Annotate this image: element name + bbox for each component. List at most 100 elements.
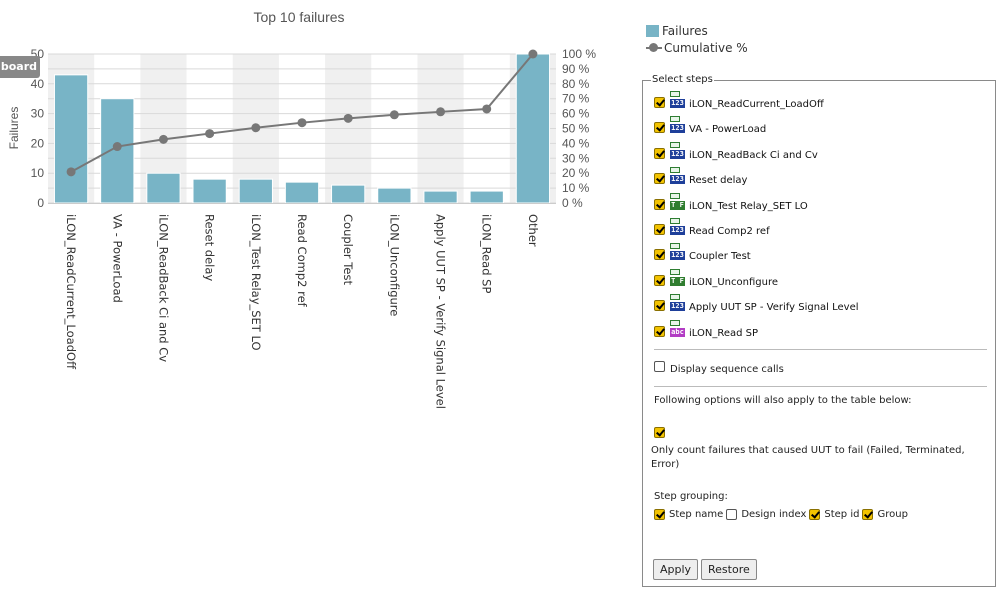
grouping-option[interactable]: Design index [726,509,806,520]
step-label: VA - PowerLoad [689,124,767,136]
step-type-small-icon [670,319,680,326]
step-grouping-options: Step name Design index Step id Group [654,509,911,523]
legend-label: Failures [662,23,708,38]
step-checkbox[interactable] [654,274,665,286]
step-label: Reset delay [689,175,748,187]
grouping-option[interactable]: Group [862,509,908,520]
options-note: Following options will also apply to the… [654,395,912,406]
cumulative-point [343,113,353,123]
y2-tick-label: 50 % [562,122,590,136]
bar-swatch-icon [646,24,659,37]
dashboard-tab[interactable]: Dashboard [0,56,40,78]
y2-tick-label: 70 % [562,92,590,106]
step-type-icon: 123 [670,251,685,261]
cumulative-point [112,142,122,152]
bar [146,172,181,204]
step-label: Apply UUT SP - Verify Signal Level [689,302,859,314]
bar [238,178,273,204]
y-tick-label: 20 [31,136,45,150]
step-type-small-icon [670,192,680,199]
step-label: Coupler Test [689,251,751,263]
grouping-label: Step id [824,509,860,520]
y2-tick-label: 10 % [562,181,590,195]
grouping-checkbox[interactable] [862,509,874,520]
cumulative-point [528,49,538,59]
step-type-icon: T F [670,276,685,286]
restore-button[interactable]: Restore [701,559,757,580]
cumulative-point [436,107,446,117]
y2-tick-label: 30 % [562,151,590,165]
line-marker-icon [646,42,662,54]
step-type-icon: 123 [670,175,685,185]
step-checkbox[interactable] [654,122,665,134]
x-tick-label: Reset delay [203,214,217,281]
step-type-icon: 123 [670,99,685,108]
step-checkbox[interactable] [654,300,665,312]
x-tick-label: iLON_ReadCurrent_LoadOff [64,214,78,370]
only-count-failures-checkbox[interactable] [654,427,665,438]
step-checkbox[interactable] [654,249,665,261]
bar [515,53,551,204]
step-label: iLON_Unconfigure [689,276,778,288]
divider [654,386,987,387]
only-count-failures-label: Only count failures that caused UUT to f… [651,445,965,470]
grouping-checkbox[interactable] [654,509,665,520]
step-checkbox[interactable] [654,97,665,108]
cumulative-point [251,123,261,133]
step-checkbox[interactable] [654,173,665,185]
y-axis-label: Failures [7,107,21,150]
y2-tick-label: 20 % [562,166,590,180]
step-label: iLON_Read SP [689,327,759,339]
grouping-label: Step name [669,509,724,520]
step-type-small-icon [670,294,680,301]
step-label: iLON_ReadBack Ci and Cv [689,149,818,161]
step-selection-panel: Select steps 123 iLON_ReadCurrent_LoadOff… [642,74,996,587]
y2-tick-label: 40 % [562,136,590,150]
step-type-small-icon [670,243,680,250]
bar [284,181,320,204]
step-checkbox[interactable] [654,223,665,235]
x-tick-label: iLON_Unconfigure [387,214,401,316]
grouping-option[interactable]: Step name [654,509,723,520]
x-tick-label: Read Comp2 ref [295,214,309,308]
step-type-icon: T F [670,200,685,210]
x-tick-label: Apply UUT SP - Verify Signal Level [434,214,448,409]
y-tick-label: 30 [31,107,45,121]
x-tick-label: VA - PowerLoad [110,214,124,303]
legend-item-cumulative[interactable]: Cumulative % [646,39,748,56]
y2-tick-label: 0 % [562,196,583,210]
grouping-option[interactable]: Step id [809,509,859,520]
y2-tick-label: 80 % [562,77,590,91]
cumulative-point [297,118,307,128]
step-type-icon: 123 [670,149,685,159]
grouping-checkbox[interactable] [809,509,821,520]
pareto-chart: 010203040500 %10 %20 %30 %40 %50 %60 %70… [7,9,596,409]
step-checkbox[interactable] [654,147,665,159]
cumulative-point [205,129,215,139]
step-label: Read Comp2 ref [689,225,770,237]
step-label: iLON_ReadCurrent_LoadOff [689,99,824,110]
checkbox-label: Display sequence calls [670,364,784,375]
bar [53,74,89,204]
legend-item-failures[interactable]: Failures [646,22,748,39]
x-tick-label: iLON_ReadBack Ci and Cv [156,214,170,362]
step-checkbox[interactable] [654,198,665,210]
y-tick-label: 40 [31,77,45,91]
cumulative-point [66,167,76,177]
y2-tick-label: 100 % [562,47,596,61]
bar [377,187,412,204]
chart-legend: Failures Cumulative % [646,22,748,56]
step-type-icon: 123 [670,302,685,312]
x-tick-label: iLON_Test Relay_SET LO [249,214,263,351]
apply-button[interactable]: Apply [653,559,699,580]
grouping-label: Design index [741,509,807,520]
cumulative-point [389,110,399,120]
bar [469,190,504,204]
step-type-small-icon [670,268,680,275]
step-checkbox[interactable] [654,325,665,337]
cumulative-point [158,134,168,144]
display-sequence-calls-checkbox[interactable] [654,361,665,372]
grouping-label: Group [877,509,908,520]
grouping-checkbox[interactable] [726,509,738,520]
chart-title: Top 10 failures [253,9,344,25]
